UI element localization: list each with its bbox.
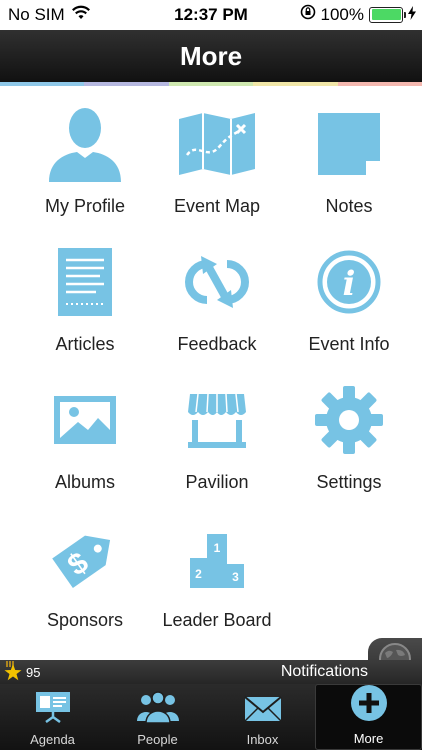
tile-label: Feedback [177, 334, 257, 354]
tile-label: Albums [54, 472, 116, 492]
envelope-icon [243, 695, 282, 728]
tile-label: Event Info [308, 334, 390, 354]
tab-bar: Agenda People Inbox More [0, 684, 422, 750]
tile-event-map[interactable]: Event Map [152, 98, 282, 236]
tile-settings[interactable]: Settings [284, 374, 414, 512]
battery-percent: 100% [320, 4, 364, 24]
tile-albums[interactable]: Albums [20, 374, 150, 512]
tab-more[interactable]: More [315, 684, 422, 750]
info-icon-glyph: i [343, 264, 356, 304]
tile-pavilion[interactable]: Pavilion [152, 374, 282, 512]
tile-label: Settings [316, 472, 382, 492]
points-display: 95 [4, 660, 41, 684]
tab-label: Inbox [246, 732, 279, 747]
tab-inbox[interactable]: Inbox [210, 684, 315, 750]
feedback-icon [177, 242, 257, 322]
star-icon [4, 660, 22, 684]
tile-label: Pavilion [185, 472, 249, 492]
page-title: More [179, 40, 243, 71]
color-strip [0, 82, 422, 86]
menu-grid: My Profile Event Map Notes Articles Feed… [20, 98, 402, 650]
title-bar: More [0, 30, 422, 82]
people-icon [136, 691, 180, 728]
presentation-icon [34, 689, 72, 728]
plus-circle-icon [350, 684, 388, 727]
color-strip-segment [84, 82, 169, 86]
tile-label: Event Map [173, 196, 261, 216]
podium-icon: 12 3 [177, 518, 257, 598]
charging-icon [408, 5, 416, 25]
article-icon [45, 242, 125, 322]
info-icon: i [309, 242, 389, 322]
tile-label: Sponsors [46, 610, 124, 630]
battery-fill [371, 9, 401, 20]
tile-sponsors[interactable]: $ Sponsors [20, 512, 150, 650]
tile-notes[interactable]: Notes [284, 98, 414, 236]
status-bar: No SIM 12:37 PM 100% [0, 0, 422, 30]
color-strip-segment [337, 82, 422, 86]
tile-label: Notes [325, 196, 373, 216]
gear-icon [309, 380, 389, 460]
price-tag-icon: $ [45, 518, 125, 598]
profile-icon [45, 104, 125, 184]
podium-number-1: 1 [214, 541, 221, 555]
tab-people[interactable]: People [105, 684, 210, 750]
tile-event-info[interactable]: i Event Info [284, 236, 414, 374]
status-right: 100% [300, 4, 416, 25]
tab-label: Agenda [30, 732, 75, 747]
tile-label: My Profile [44, 196, 125, 216]
notifications-label: Notifications [280, 663, 368, 680]
tile-feedback[interactable]: Feedback [152, 236, 282, 374]
tab-label: People [137, 732, 178, 747]
notifications-bar[interactable]: 95 Notifications [0, 660, 422, 684]
points-value: 95 [26, 664, 41, 680]
tile-leader-board[interactable]: 12 3 Leader Board [152, 512, 282, 650]
tile-label: Articles [55, 334, 115, 354]
tile-label: Leader Board [162, 610, 272, 630]
podium-number-3: 3 [232, 570, 239, 584]
tab-label: More [353, 731, 384, 746]
battery-icon [369, 6, 406, 23]
podium-number-2: 2 [195, 567, 202, 581]
map-icon [177, 104, 257, 184]
tab-agenda[interactable]: Agenda [0, 684, 105, 750]
pavilion-icon [177, 380, 257, 460]
color-strip-segment [253, 82, 338, 86]
color-strip-segment [0, 82, 85, 86]
tile-my-profile[interactable]: My Profile [20, 98, 150, 236]
color-strip-segment [168, 82, 254, 86]
tile-articles[interactable]: Articles [20, 236, 150, 374]
album-icon [45, 380, 125, 460]
rotation-lock-icon [300, 4, 316, 25]
notes-icon [309, 104, 389, 184]
